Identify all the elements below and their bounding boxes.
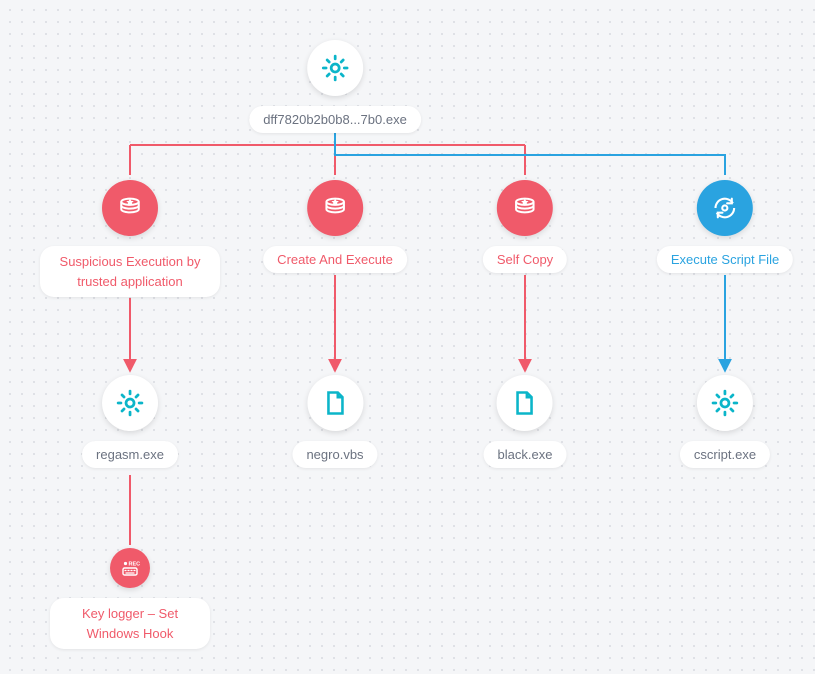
refresh-gear-icon <box>697 180 753 236</box>
gear-icon <box>102 375 158 431</box>
gear-icon <box>307 40 363 96</box>
action-keylogger[interactable]: REC Key logger – Set Windows Hook <box>50 548 210 649</box>
leaf-negro-vbs[interactable]: negro.vbs <box>292 375 377 468</box>
action-label: Key logger – Set Windows Hook <box>50 598 210 649</box>
file-icon <box>497 375 553 431</box>
threat-stack-icon <box>102 180 158 236</box>
action-label: Suspicious Execution by trusted applicat… <box>40 246 220 297</box>
action-label: Self Copy <box>483 246 567 273</box>
action-suspicious-execution[interactable]: Suspicious Execution by trusted applicat… <box>40 180 220 297</box>
leaf-label: black.exe <box>484 441 567 468</box>
leaf-label: regasm.exe <box>82 441 178 468</box>
leaf-label: cscript.exe <box>680 441 770 468</box>
threat-stack-icon <box>307 180 363 236</box>
action-label: Execute Script File <box>657 246 793 273</box>
gear-icon <box>697 375 753 431</box>
leaf-black-exe[interactable]: black.exe <box>484 375 567 468</box>
leaf-regasm[interactable]: regasm.exe <box>82 375 178 468</box>
leaf-cscript-exe[interactable]: cscript.exe <box>680 375 770 468</box>
leaf-label: negro.vbs <box>292 441 377 468</box>
file-icon <box>307 375 363 431</box>
action-self-copy[interactable]: Self Copy <box>483 180 567 273</box>
action-label: Create And Execute <box>263 246 407 273</box>
action-create-execute[interactable]: Create And Execute <box>263 180 407 273</box>
action-execute-script[interactable]: Execute Script File <box>657 180 793 273</box>
svg-text:REC: REC <box>129 562 141 568</box>
root-node[interactable]: dff7820b2b0b8...7b0.exe <box>249 40 421 133</box>
rec-keyboard-icon: REC <box>110 548 150 588</box>
threat-stack-icon <box>497 180 553 236</box>
root-label: dff7820b2b0b8...7b0.exe <box>249 106 421 133</box>
